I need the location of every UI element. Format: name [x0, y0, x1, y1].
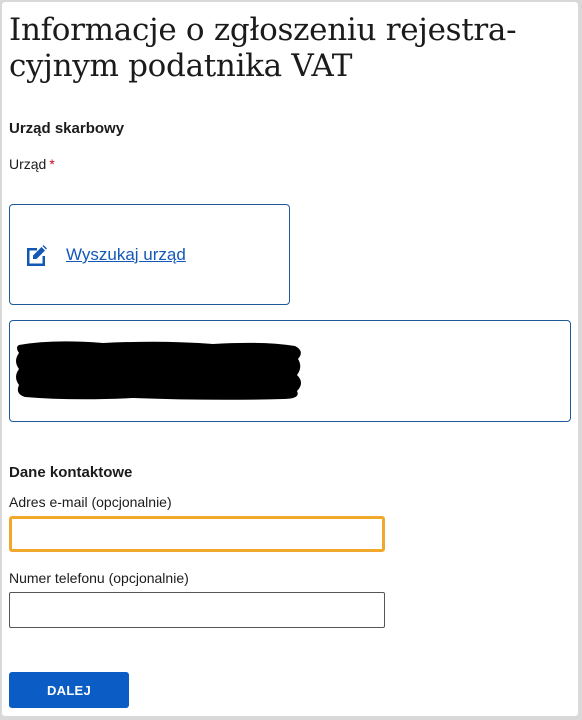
search-office-link-label: Wyszukaj urząd: [66, 245, 186, 264]
page-title-line-2: cyjnym podatnika VAT: [9, 48, 353, 84]
email-label: Adres e-mail (opcjonalnie): [9, 494, 172, 510]
required-marker: *: [49, 156, 55, 172]
contact-heading: Dane kontaktowe: [9, 464, 133, 481]
form-card: Informacje o zgłoszeniu rejestra- cyjnym…: [2, 2, 578, 716]
next-button[interactable]: DALEJ: [9, 672, 129, 708]
email-input[interactable]: [9, 516, 385, 552]
page-title: Informacje o zgłoszeniu rejestra- cyjnym…: [9, 12, 569, 84]
tax-office-heading: Urząd skarbowy: [9, 120, 125, 137]
edit-icon: [24, 243, 48, 267]
redacted-office-details: [16, 341, 301, 400]
search-office-link[interactable]: Wyszukaj urząd: [24, 243, 186, 267]
phone-input[interactable]: [9, 592, 385, 628]
tax-office-label-text: Urząd: [9, 156, 47, 172]
tax-office-label: Urząd *: [9, 156, 55, 172]
tax-office-search-box: Wyszukaj urząd: [9, 204, 290, 305]
phone-label: Numer telefonu (opcjonalnie): [9, 570, 189, 586]
page-title-line-1: Informacje o zgłoszeniu rejestra-: [9, 12, 517, 48]
selected-office-box: [9, 320, 571, 422]
